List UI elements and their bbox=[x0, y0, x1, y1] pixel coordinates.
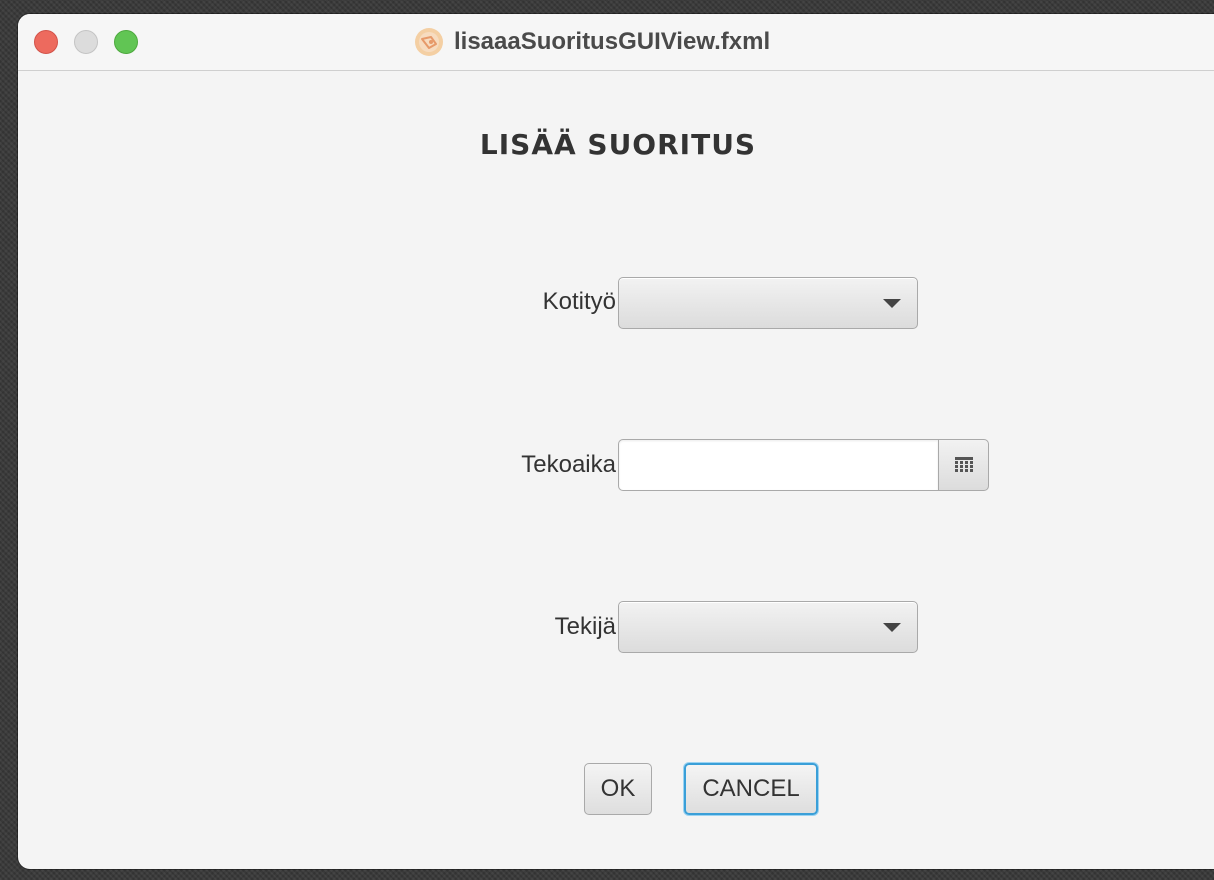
title-bar[interactable]: lisaaaSuoritusGUIView.fxml bbox=[18, 14, 1214, 71]
tekija-label: Tekijä bbox=[554, 613, 616, 640]
form-heading: LISÄÄ SUORITUS bbox=[479, 128, 757, 161]
close-window-button[interactable] bbox=[34, 30, 58, 54]
dialog-window: lisaaaSuoritusGUIView.fxml LISÄÄ SUORITU… bbox=[18, 14, 1214, 869]
maximize-window-button[interactable] bbox=[114, 30, 138, 54]
date-picker-button[interactable] bbox=[938, 439, 989, 491]
app-icon bbox=[415, 28, 443, 56]
ok-button[interactable]: OK bbox=[584, 763, 652, 815]
cancel-button[interactable]: CANCEL bbox=[684, 763, 818, 815]
minimize-window-button[interactable] bbox=[74, 30, 98, 54]
window-title-group: lisaaaSuoritusGUIView.fxml bbox=[414, 24, 770, 60]
tekoaika-date-input[interactable] bbox=[618, 439, 938, 491]
calendar-icon bbox=[954, 457, 973, 472]
kotityo-label: Kotityö bbox=[542, 288, 616, 315]
kotityo-combobox[interactable] bbox=[618, 277, 918, 329]
chevron-down-icon bbox=[883, 299, 901, 308]
chevron-down-icon bbox=[883, 623, 901, 632]
tekija-combobox[interactable] bbox=[618, 601, 918, 653]
tekoaika-label: Tekoaika bbox=[521, 451, 616, 478]
window-title: lisaaaSuoritusGUIView.fxml bbox=[454, 28, 771, 55]
